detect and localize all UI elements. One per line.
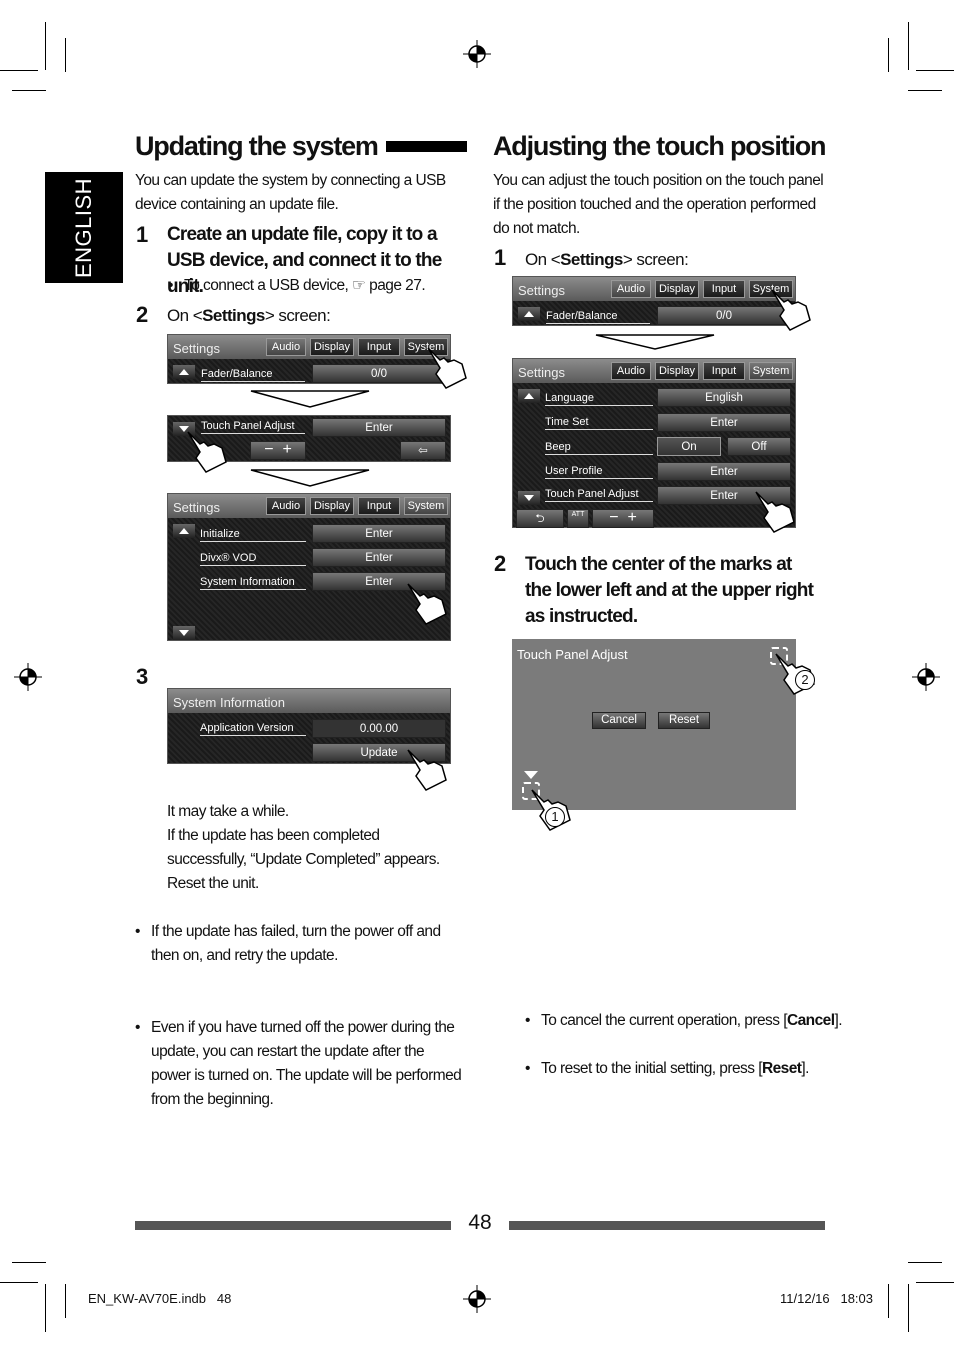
tab-display[interactable]: Display [655, 280, 699, 298]
settings-screen: Settings Audio Display Input System Fade… [512, 276, 796, 326]
tab-input[interactable]: Input [703, 280, 745, 298]
tab-audio[interactable]: Audio [611, 362, 651, 380]
settings-screen: Settings Audio Display Input System Fade… [167, 334, 451, 384]
footer-date: 11/12/16 18:03 [780, 1291, 874, 1306]
reset-button[interactable]: Reset [658, 712, 710, 729]
footer-bar [509, 1221, 825, 1230]
marker-arrow-icon [524, 771, 538, 779]
footer-file: EN_KW-AV70E.indb 48 [88, 1291, 232, 1306]
down-arrow-icon [250, 390, 370, 408]
note: To reset to the initial setting, press [… [525, 1057, 954, 1081]
page-number: 48 [468, 1211, 492, 1234]
language-button[interactable]: English [657, 388, 791, 407]
registration-mark-icon [463, 1285, 491, 1313]
tab-audio[interactable]: Audio [611, 280, 651, 298]
beep-on[interactable]: On [657, 437, 721, 456]
hand-pointer-icon [407, 749, 447, 791]
scroll-up-button[interactable] [173, 365, 195, 379]
scroll-down-button[interactable] [518, 491, 540, 505]
tab-system[interactable]: System [404, 497, 448, 515]
down-arrow-icon [250, 469, 370, 487]
note: If the update has failed, turn the power… [135, 920, 465, 968]
note: To cancel the current operation, press [… [525, 1009, 954, 1033]
tab-display[interactable]: Display [655, 362, 699, 380]
down-arrow-icon [595, 334, 715, 350]
back-button[interactable]: ⮌ [516, 509, 564, 528]
divx-enter[interactable]: Enter [312, 548, 446, 567]
tab-audio[interactable]: Audio [266, 338, 306, 356]
att-button[interactable]: ATT [567, 509, 589, 528]
tab-input[interactable]: Input [703, 362, 745, 380]
scroll-down-button[interactable] [173, 626, 195, 640]
beep-off[interactable]: Off [727, 437, 791, 456]
tab-display[interactable]: Display [310, 497, 354, 515]
registration-mark-icon [912, 663, 940, 691]
initialize-enter[interactable]: Enter [312, 524, 446, 543]
hand-pointer-icon [755, 491, 795, 533]
tab-input[interactable]: Input [358, 338, 400, 356]
tab-display[interactable]: Display [310, 338, 354, 356]
touch-panel-adjust-screen: Touch Panel Adjust Cancel Reset [512, 639, 796, 810]
scroll-up-button[interactable] [173, 524, 195, 538]
tab-audio[interactable]: Audio [266, 497, 306, 515]
footer-bar [135, 1221, 451, 1230]
cancel-button[interactable]: Cancel [592, 712, 646, 729]
note: Even if you have turned off the power du… [135, 1016, 465, 1112]
tab-system[interactable]: System [749, 362, 793, 380]
circled-number: 2 [795, 670, 815, 690]
circled-number: 1 [545, 807, 565, 827]
registration-mark-icon [463, 40, 491, 68]
scroll-up-button[interactable] [518, 307, 540, 321]
hand-pointer-icon [771, 289, 811, 331]
section-title: Adjusting the touch position [493, 131, 827, 161]
hand-pointer-icon [427, 347, 467, 389]
intro-text: You can update the system by connecting … [135, 172, 446, 213]
hand-pointer-icon [187, 431, 227, 473]
step-number: 3 [136, 664, 149, 689]
step-text: On <Settings> screen: [167, 306, 331, 325]
step-number: 2 [136, 302, 149, 327]
step-number: 1 [136, 222, 149, 247]
registration-mark-icon [14, 663, 42, 691]
exit-button[interactable]: ⇦ [400, 441, 446, 460]
touch-panel-adjust-enter[interactable]: Enter [312, 418, 446, 437]
time-set-enter[interactable]: Enter [657, 413, 791, 432]
tab-input[interactable]: Input [358, 497, 400, 515]
scroll-up-button[interactable] [518, 389, 540, 403]
section-title: Updating the system [135, 131, 467, 162]
language-side-tab: ENGLISH [45, 172, 123, 283]
user-profile-enter[interactable]: Enter [657, 462, 791, 481]
title-bar [385, 141, 467, 152]
hand-pointer-icon [407, 583, 447, 625]
